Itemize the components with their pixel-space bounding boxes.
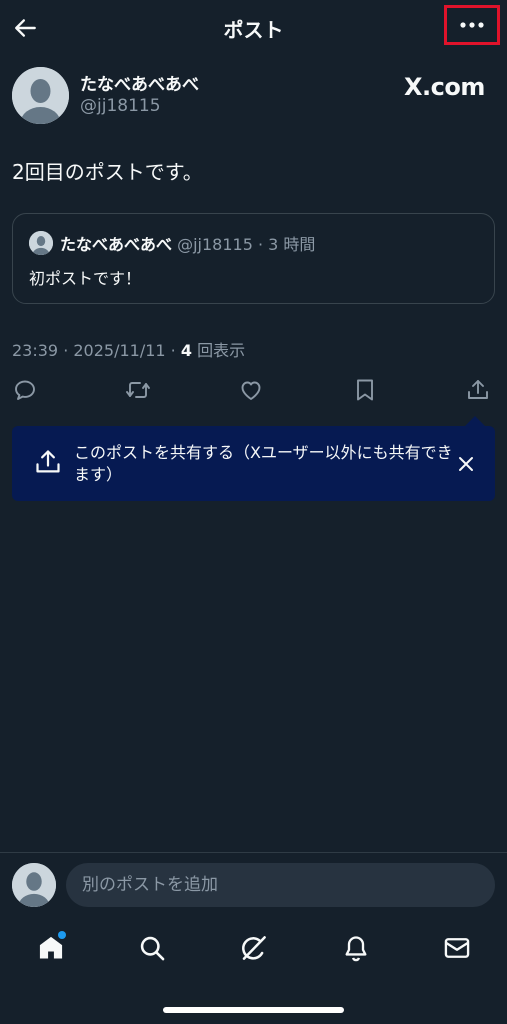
share-icon [468, 380, 488, 399]
bookmark-icon [357, 379, 373, 401]
share-tooltip-text: このポストを共有する（Xユーザー以外にも共有できます） [74, 443, 453, 484]
share-tooltip-icon [34, 448, 62, 480]
bookmark-button[interactable] [347, 372, 383, 408]
page-title: ポスト [223, 18, 284, 42]
share-icon [36, 450, 60, 473]
reply-bar: 別のポストを追加 [0, 852, 507, 919]
share-tooltip: このポストを共有する（Xユーザー以外にも共有できます） [12, 416, 495, 501]
like-icon [241, 381, 261, 400]
repost-icon [126, 382, 150, 398]
nav-notifications[interactable] [339, 931, 373, 965]
quoted-post-meta: @jj18115 · 3 時間 [177, 235, 316, 254]
more-horizontal-icon [460, 22, 484, 28]
post-timestamp-views: 23:39 · 2025/11/11 · 4 回表示 [12, 337, 245, 361]
close-tooltip-button[interactable] [453, 451, 479, 477]
post-detail-screen: ポスト たなべあべあべ @jj18115 X.com 2回目のポストです。 たな… [0, 0, 507, 1024]
quoted-post-card[interactable]: たなべあべあべ @jj18115 · 3 時間 初ポストです！ [12, 213, 495, 304]
search-icon [140, 936, 165, 961]
nav-search[interactable] [135, 931, 169, 965]
author-name[interactable]: たなべあべあべ [80, 70, 199, 95]
share-button[interactable] [460, 372, 496, 408]
nav-home[interactable] [34, 931, 68, 965]
reply-icon [15, 380, 35, 400]
post-timestamp: 23:39 · 2025/11/11 · [12, 341, 181, 360]
quoted-author-name: たなべあべあべ [60, 235, 173, 254]
quoted-post-header: たなべあべあべ @jj18115 · 3 時間 [60, 231, 315, 255]
view-count[interactable]: 4 [181, 341, 192, 360]
home-indicator[interactable] [163, 1007, 344, 1013]
notifications-icon [345, 936, 367, 962]
top-bar: ポスト [0, 0, 507, 56]
more-options-button[interactable] [444, 5, 500, 45]
default-avatar-icon [12, 863, 56, 907]
add-post-input[interactable]: 別のポストを追加 [66, 863, 495, 907]
messages-icon [444, 938, 470, 958]
view-label: 回表示 [191, 341, 246, 360]
repost-button[interactable] [120, 372, 156, 408]
source-logo: X.com [404, 73, 485, 101]
default-avatar-icon [12, 67, 69, 124]
post-text: 2回目のポストです。 [12, 160, 203, 184]
current-user-avatar[interactable] [12, 863, 56, 907]
bottom-navigation [0, 918, 507, 978]
close-icon [459, 457, 473, 471]
author-handle[interactable]: @jj18115 [80, 96, 161, 116]
quoted-post-text: 初ポストです！ [29, 269, 142, 288]
notification-dot [58, 931, 66, 939]
quoted-author-avatar [29, 231, 53, 255]
nav-grok[interactable] [237, 931, 271, 965]
nav-messages[interactable] [440, 931, 474, 965]
grok-icon [242, 936, 266, 960]
author-avatar[interactable] [12, 67, 69, 124]
like-button[interactable] [233, 372, 269, 408]
default-avatar-icon [29, 231, 53, 255]
reply-button[interactable] [7, 372, 43, 408]
post-action-bar [0, 372, 507, 408]
